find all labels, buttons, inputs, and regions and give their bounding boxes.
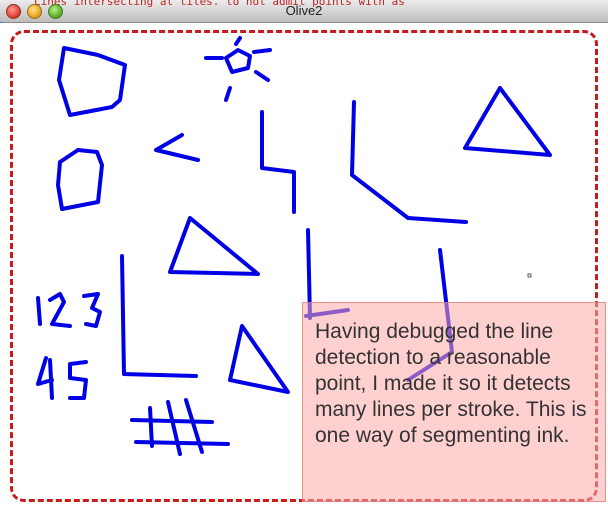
window-title: Olive2 — [285, 3, 323, 18]
ink-hexagon-1 — [57, 46, 127, 117]
ink-hash-symbol — [130, 398, 230, 456]
ink-sun — [224, 48, 252, 74]
ink-triangle-1 — [463, 86, 552, 157]
caption-overlay: Having debugged the line detection to a … — [302, 302, 606, 502]
ink-triangle-3 — [228, 324, 290, 394]
ink-triangle-2 — [168, 216, 260, 276]
ink-zigzag — [260, 110, 296, 214]
ink-hexagon-2 — [56, 148, 104, 211]
ink-digits-45 — [36, 356, 88, 400]
ink-digits-123 — [36, 292, 102, 328]
ink-less-than — [154, 133, 200, 162]
caption-text: Having debugged the line detection to a … — [315, 320, 587, 447]
ink-L-shape-1 — [350, 100, 468, 224]
